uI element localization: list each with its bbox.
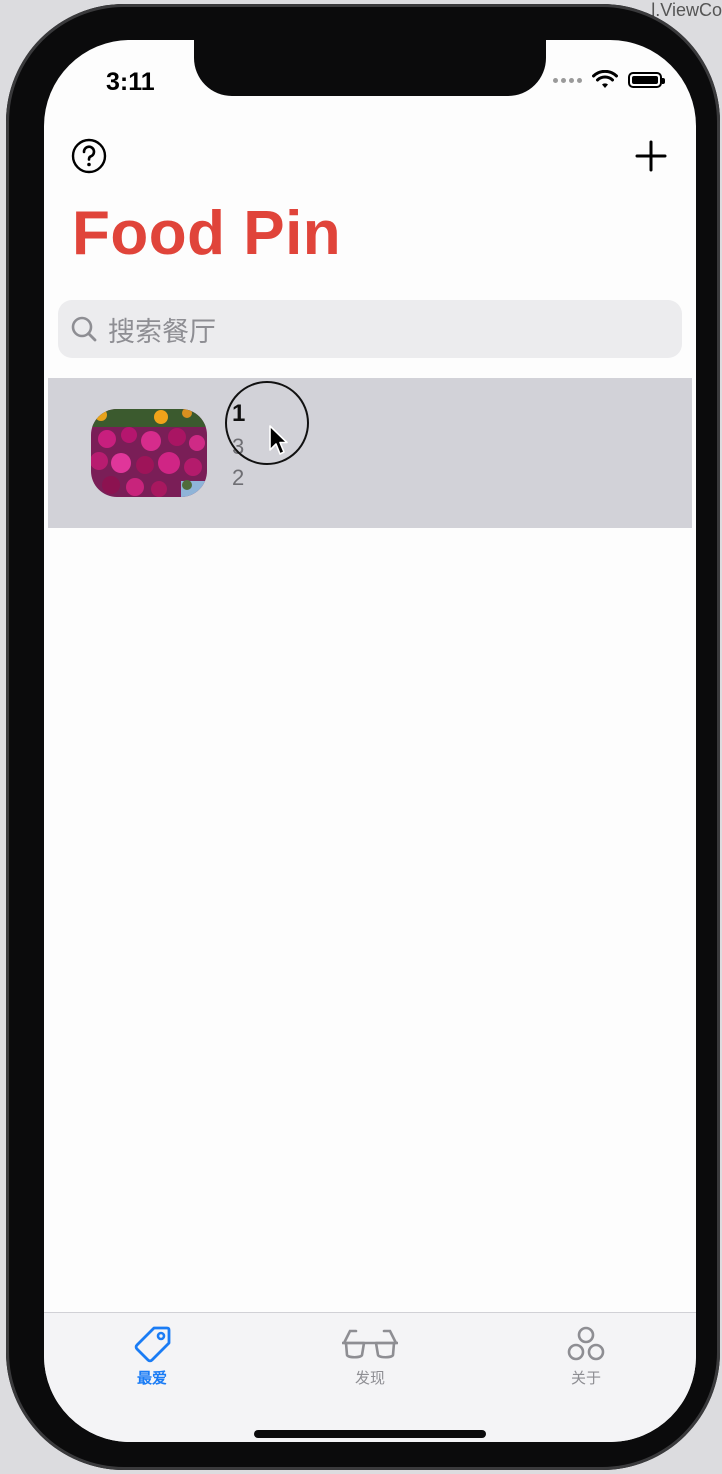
tag-icon	[134, 1326, 171, 1363]
search-bar[interactable]: 搜索餐厅	[58, 300, 682, 358]
circles-icon	[567, 1326, 605, 1361]
search-input[interactable]: 搜索餐厅	[108, 310, 216, 349]
tab-label: 关于	[570, 1369, 601, 1387]
question-circle-icon[interactable]	[71, 138, 107, 174]
search-icon	[71, 316, 97, 342]
status-icons	[553, 70, 665, 90]
page-title: Food Pin	[72, 199, 342, 268]
restaurant-thumbnail	[91, 409, 207, 497]
home-indicator[interactable]	[254, 1430, 486, 1438]
tab-favorites[interactable]: 最爱	[82, 1325, 222, 1388]
eyeglasses-icon	[342, 1329, 398, 1359]
tab-discover[interactable]: 发现	[300, 1325, 440, 1388]
tab-bar: 最爱 发现 关于	[44, 1312, 696, 1442]
restaurant-location: 2	[232, 465, 245, 490]
pointer-cursor-icon	[269, 425, 288, 455]
battery-icon	[628, 72, 665, 88]
touch-indicator	[225, 381, 309, 465]
tab-label: 发现	[354, 1369, 385, 1387]
wifi-icon	[592, 70, 618, 88]
notch	[194, 40, 546, 96]
cellular-signal-icon	[553, 77, 582, 83]
tab-label: 最爱	[136, 1369, 167, 1387]
status-time: 3:11	[106, 68, 155, 96]
restaurant-row[interactable]: 1 3 2	[48, 378, 692, 528]
phone-screen: 3:11 Food Pin 搜索餐厅 1 3 2 最爱 发现 关于	[44, 40, 696, 1442]
plus-icon[interactable]	[633, 138, 669, 174]
backdrop-window-title: l.ViewCo	[651, 0, 722, 20]
tab-about[interactable]: 关于	[516, 1325, 656, 1388]
phone-frame: 3:11 Food Pin 搜索餐厅 1 3 2 最爱 发现 关于	[6, 4, 720, 1470]
